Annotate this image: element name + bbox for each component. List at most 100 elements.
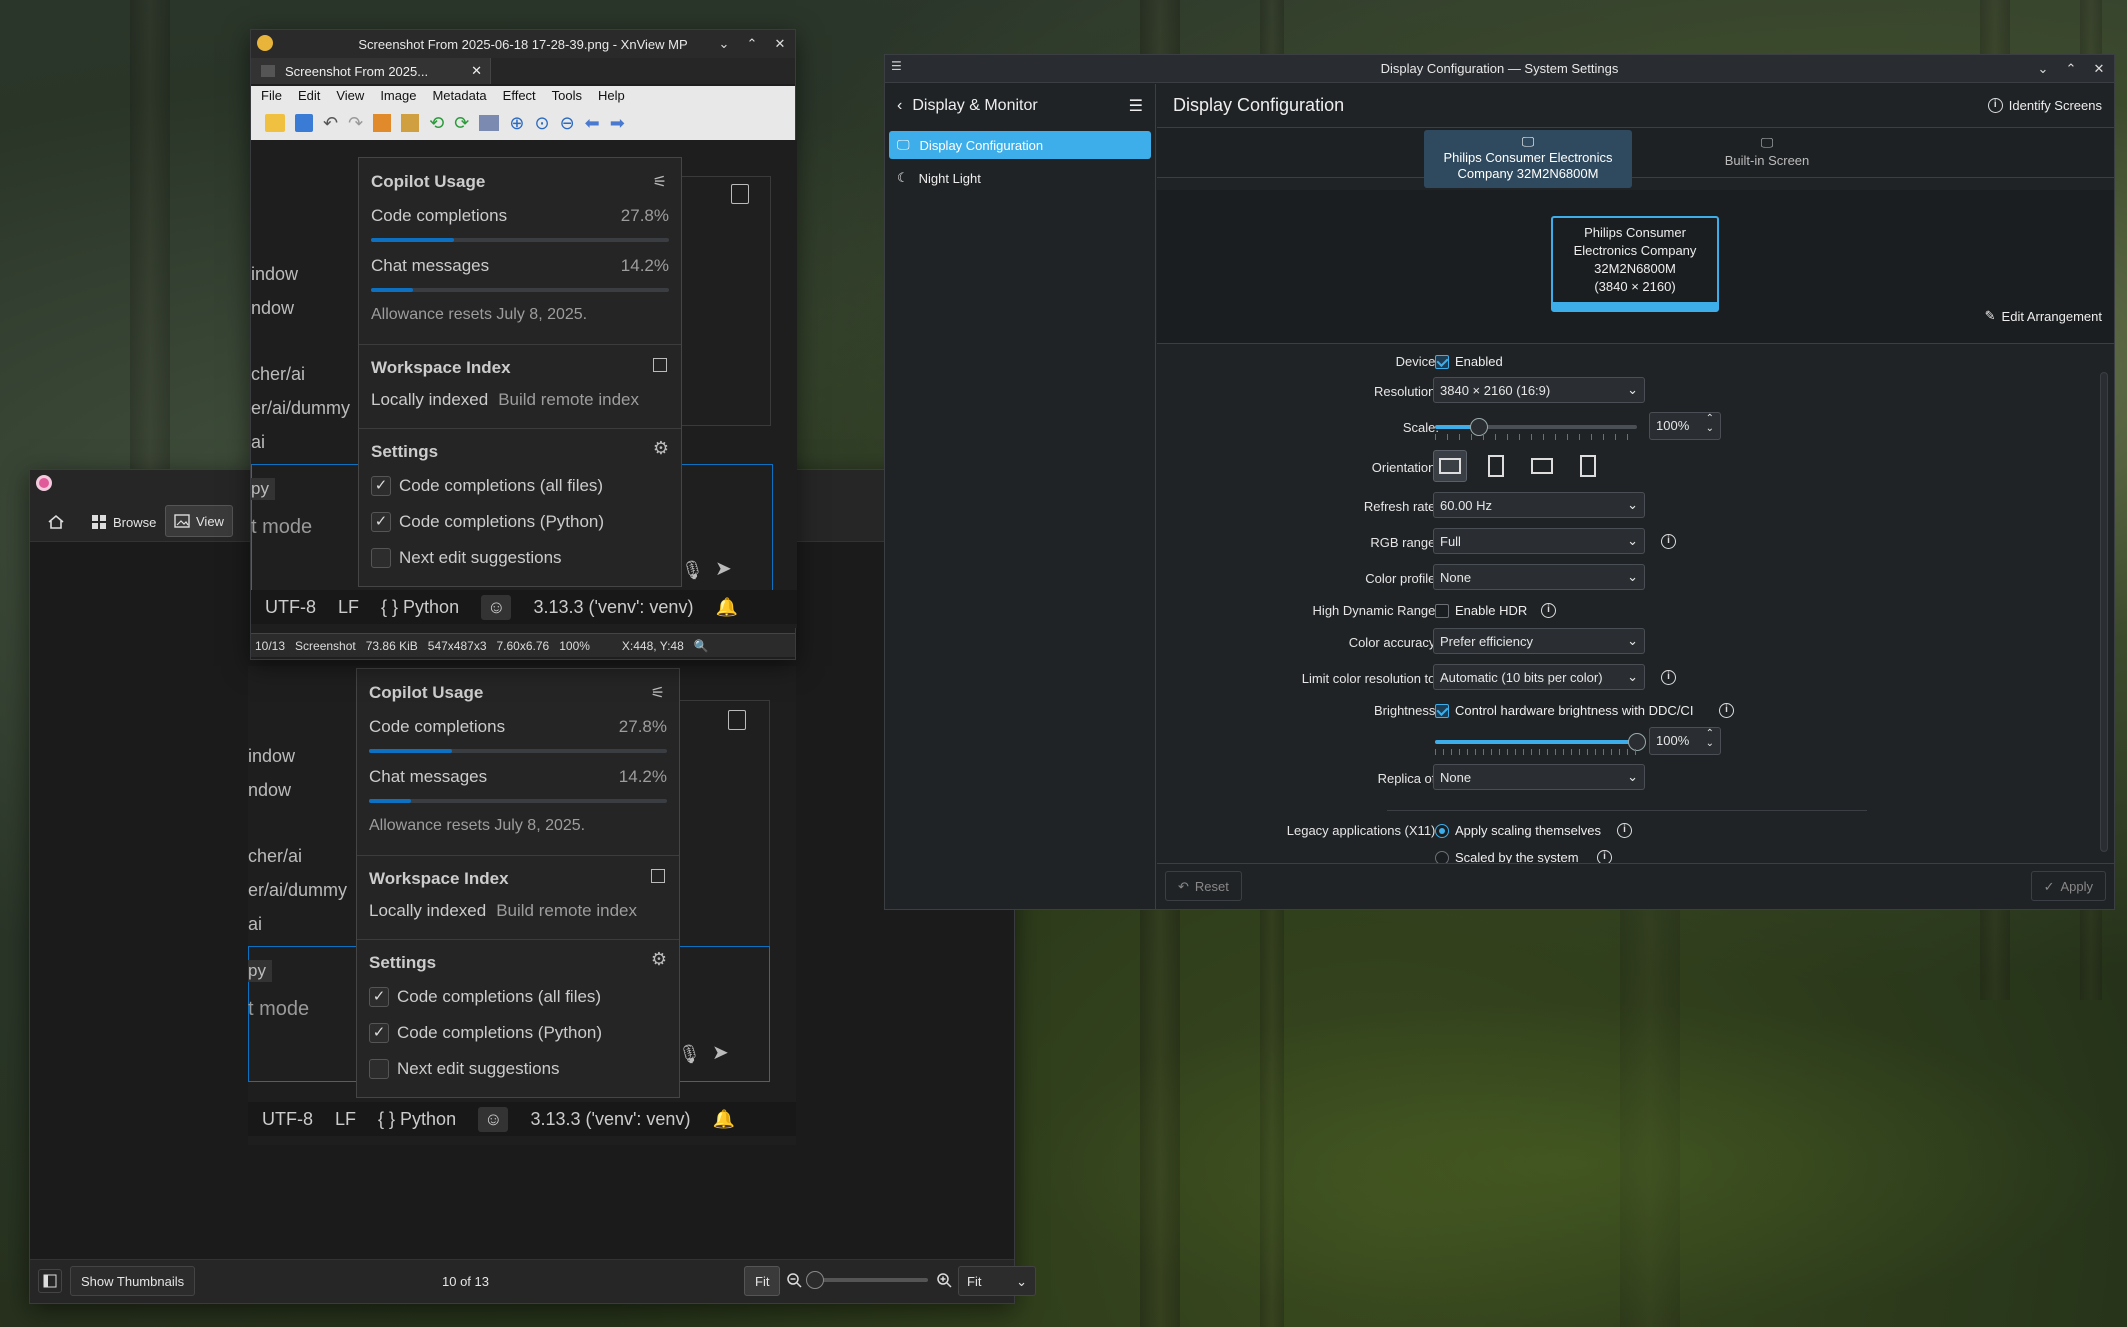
checkbox-python[interactable]: ✓ — [371, 512, 391, 532]
orientation-portrait-flipped-icon[interactable] — [1571, 450, 1605, 482]
option-next-edit[interactable]: Next edit suggestions — [371, 548, 669, 568]
checkbox-all-files[interactable]: ✓ — [369, 987, 389, 1007]
show-thumbnails-button[interactable]: Show Thumbnails — [70, 1266, 196, 1296]
menu-effect[interactable]: Effect — [503, 88, 536, 104]
edit-arrangement-button[interactable]: ✎ Edit Arrangement — [1985, 308, 2102, 324]
zoom-slider-handle[interactable] — [806, 1271, 824, 1289]
limit-select[interactable]: Automatic (10 bits per color) ⌄ — [1433, 664, 1645, 690]
close-icon[interactable]: ✕ — [2090, 60, 2108, 78]
screen-tab-builtin[interactable]: 🖵 Built-in Screen — [1667, 134, 1867, 184]
monitor-tile[interactable]: Philips Consumer Electronics Company 32M… — [1551, 216, 1719, 312]
sidebar-item-display-configuration[interactable]: 🖵 Display Configuration — [889, 131, 1151, 159]
menu-help[interactable]: Help — [598, 88, 625, 104]
home-icon[interactable] — [42, 508, 70, 536]
fit-button[interactable]: Fit — [744, 1266, 781, 1296]
window-menu-icon[interactable]: ☰ — [891, 59, 902, 73]
rotate-left-icon[interactable]: ⟲ — [429, 113, 444, 134]
resize-icon[interactable] — [401, 114, 420, 132]
next-icon[interactable]: ➡ — [610, 113, 625, 134]
build-remote-index-link[interactable]: Build remote index — [498, 390, 639, 410]
orientation-landscape-icon[interactable] — [1433, 450, 1467, 482]
sidebar-toggle-icon[interactable] — [38, 1269, 62, 1293]
menu-edit[interactable]: Edit — [298, 88, 320, 104]
zoom-slider[interactable] — [806, 1271, 928, 1289]
replica-select[interactable]: None ⌄ — [1433, 764, 1645, 790]
checkbox-python[interactable]: ✓ — [369, 1023, 389, 1043]
resolution-select[interactable]: 3840 × 2160 (16:9) ⌄ — [1433, 377, 1645, 403]
xnview-tab[interactable]: Screenshot From 2025... ✕ — [251, 58, 491, 84]
menu-metadata[interactable]: Metadata — [432, 88, 486, 104]
option-all-files[interactable]: ✓ Code completions (all files) — [371, 476, 669, 496]
brightness-ddc-checkbox[interactable] — [1435, 703, 1449, 718]
browser-icon[interactable] — [265, 114, 285, 132]
rgb-select[interactable]: Full ⌄ — [1433, 528, 1645, 554]
checkbox-next-edit[interactable] — [369, 1059, 389, 1079]
zoom-out-icon[interactable]: ⊖ — [560, 113, 575, 134]
identify-screens-button[interactable]: i Identify Screens — [1987, 98, 2102, 113]
brightness-spinbox[interactable]: 100% ⌃ ⌄ — [1649, 727, 1721, 755]
zoom-mode-select[interactable]: Fit ⌄ — [958, 1266, 1036, 1296]
refresh-select[interactable]: 60.00 Hz ⌄ — [1433, 492, 1645, 518]
brightness-slider[interactable] — [1435, 733, 1646, 751]
screen-tab-philips[interactable]: 🖵 Philips Consumer Electronics Company 3… — [1424, 130, 1632, 188]
view-button[interactable]: View — [165, 505, 233, 537]
legacy-info-icon-1[interactable]: i — [1617, 823, 1632, 838]
zoom-fit-icon[interactable]: ⊙ — [534, 113, 549, 134]
back-arrow-icon[interactable]: ‹ — [897, 97, 902, 115]
hdr-checkbox[interactable] — [1435, 603, 1449, 618]
external-link-icon[interactable] — [653, 358, 667, 372]
prev-icon[interactable]: ⬅ — [585, 113, 600, 134]
external-link-icon[interactable] — [651, 869, 665, 883]
menu-file[interactable]: File — [261, 88, 282, 104]
limit-info-icon[interactable]: i — [1661, 670, 1676, 685]
adjust-icon[interactable] — [479, 115, 500, 131]
crop-icon[interactable] — [373, 114, 392, 132]
legacy-apply-themselves[interactable]: Apply scaling themselves — [1435, 823, 1601, 839]
accuracy-select[interactable]: Prefer efficiency ⌄ — [1433, 628, 1645, 654]
maximize-icon[interactable]: ⌃ — [743, 35, 761, 53]
browse-button[interactable]: Browse — [83, 507, 164, 537]
menu-tools[interactable]: Tools — [552, 88, 582, 104]
profile-select[interactable]: None ⌄ — [1433, 564, 1645, 590]
build-remote-index-link[interactable]: Build remote index — [496, 901, 637, 921]
menu-image[interactable]: Image — [380, 88, 416, 104]
checkbox-all-files[interactable]: ✓ — [371, 476, 391, 496]
reset-button[interactable]: ↶ Reset — [1165, 871, 1242, 901]
enabled-checkbox[interactable] — [1435, 354, 1449, 369]
minimize-icon[interactable]: ⌄ — [2034, 60, 2052, 78]
checkbox-next-edit[interactable] — [371, 548, 391, 568]
scale-slider[interactable] — [1435, 418, 1637, 436]
scrollbar[interactable] — [2100, 372, 2108, 852]
zoom-in-icon[interactable] — [936, 1272, 952, 1288]
zoom-out-icon[interactable] — [786, 1272, 802, 1288]
option-all-files[interactable]: ✓ Code completions (all files) — [369, 987, 667, 1007]
rotate-right-icon[interactable]: ⟳ — [454, 113, 469, 134]
redo-icon[interactable]: ↷ — [348, 113, 363, 134]
menu-view[interactable]: View — [336, 88, 364, 104]
tab-close-icon[interactable]: ✕ — [471, 63, 482, 79]
apply-button[interactable]: ✓ Apply — [2030, 871, 2106, 901]
gear-icon[interactable]: ⚙ — [653, 438, 669, 459]
rgb-info-icon[interactable]: i — [1661, 534, 1676, 549]
maximize-icon[interactable]: ⌃ — [2062, 60, 2080, 78]
hdr-toggle[interactable]: Enable HDR — [1435, 603, 1527, 619]
option-python[interactable]: ✓ Code completions (Python) — [371, 512, 669, 532]
scale-spinbox[interactable]: 100% ⌃ ⌄ — [1649, 412, 1721, 440]
device-enabled[interactable]: Enabled — [1435, 354, 1503, 370]
save-icon[interactable] — [295, 114, 313, 132]
orientation-portrait-icon[interactable] — [1479, 450, 1513, 482]
orientation-landscape-flipped-icon[interactable] — [1525, 450, 1559, 482]
brightness-ddc-toggle[interactable]: Control hardware brightness with DDC/CI — [1435, 703, 1693, 719]
sidebar-item-night-light[interactable]: ☾ Night Light — [889, 164, 1151, 192]
brightness-info-icon[interactable]: i — [1719, 703, 1734, 718]
gear-icon[interactable]: ⚙ — [651, 949, 667, 970]
legacy-radio-1[interactable] — [1435, 823, 1449, 838]
zoom-icon[interactable]: 🔍 — [694, 639, 709, 653]
undo-icon[interactable]: ↶ — [323, 113, 338, 134]
option-next-edit[interactable]: Next edit suggestions — [369, 1059, 667, 1079]
close-icon[interactable]: ✕ — [771, 35, 789, 53]
option-python[interactable]: ✓ Code completions (Python) — [369, 1023, 667, 1043]
hdr-info-icon[interactable]: i — [1541, 603, 1556, 618]
minimize-icon[interactable]: ⌄ — [715, 35, 733, 53]
hamburger-icon[interactable]: ☰ — [1129, 96, 1143, 116]
